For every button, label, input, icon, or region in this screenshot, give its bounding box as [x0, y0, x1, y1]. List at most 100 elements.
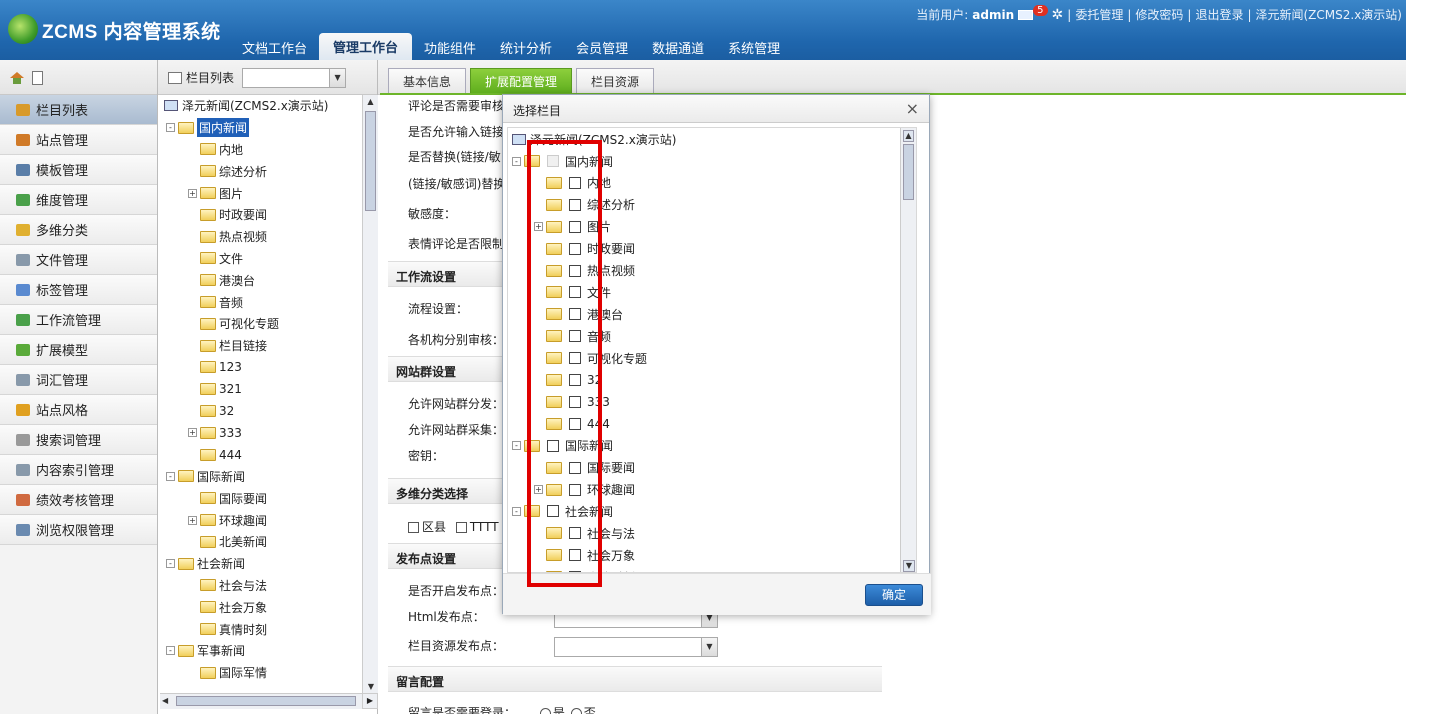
tree-node[interactable]: 真情时刻 — [160, 618, 377, 640]
tree-root[interactable]: 泽元新闻(ZCMS2.x演示站) — [160, 95, 377, 117]
expand-icon[interactable]: + — [188, 428, 197, 438]
sidebar-item-8[interactable]: 扩展模型 — [0, 335, 157, 365]
radio-no[interactable] — [570, 708, 582, 714]
sidebar-item-10[interactable]: 站点风格 — [0, 395, 157, 425]
sidebar-item-1[interactable]: 站点管理 — [0, 125, 157, 155]
sidebar-item-3[interactable]: 维度管理 — [0, 185, 157, 215]
collapse-icon[interactable]: - — [512, 156, 521, 166]
link-delegate[interactable]: 委托管理 — [1075, 6, 1123, 23]
tree-node[interactable]: - 国内新闻 — [160, 116, 377, 139]
collapse-icon[interactable]: - — [166, 123, 175, 133]
scroll-up-icon[interactable]: ▲ — [903, 130, 914, 142]
sidebar-item-11[interactable]: 搜索词管理 — [0, 425, 157, 455]
sidebar-item-14[interactable]: 浏览权限管理 — [0, 515, 157, 545]
tree-node[interactable]: 栏目链接 — [160, 335, 377, 357]
sidebar-item-9[interactable]: 词汇管理 — [0, 365, 157, 395]
gear-icon[interactable]: ✲ — [1052, 7, 1064, 23]
collapse-icon[interactable]: - — [166, 471, 175, 481]
scroll-left-icon[interactable]: ◀ — [162, 696, 168, 705]
tree-node[interactable]: 热点视频 — [160, 226, 377, 248]
tag-icon — [16, 283, 30, 296]
nav-item-3[interactable]: 统计分析 — [488, 33, 564, 60]
tab-2[interactable]: 栏目资源 — [576, 68, 655, 93]
tab-1[interactable]: 扩展配置管理 — [470, 68, 573, 93]
folder-icon — [200, 666, 216, 679]
tree-node[interactable]: - 国际新闻 — [160, 466, 377, 488]
site-name-link[interactable]: 泽元新闻(ZCMS2.x演示站) — [1256, 6, 1403, 23]
collapse-icon[interactable]: - — [166, 646, 175, 656]
chevron-down-icon[interactable]: ▼ — [701, 638, 717, 656]
confirm-button[interactable]: 确定 — [865, 584, 923, 606]
tree-horizontal-scrollbar[interactable]: ◀ — [160, 693, 362, 709]
tree-node[interactable]: 国际军情 — [160, 662, 377, 684]
radio-yes[interactable] — [539, 708, 551, 714]
nav-item-1[interactable]: 管理工作台 — [319, 33, 413, 60]
sidebar-item-6[interactable]: 标签管理 — [0, 275, 157, 305]
tree-vertical-scrollbar[interactable]: ▲ ▼ — [362, 95, 378, 693]
tree-node[interactable]: 北美新闻 — [160, 531, 377, 553]
nav-item-4[interactable]: 会员管理 — [564, 33, 640, 60]
tree-node[interactable]: 32 — [160, 400, 377, 422]
tab-0[interactable]: 基本信息 — [388, 68, 467, 93]
scroll-down-icon[interactable]: ▼ — [903, 560, 915, 572]
tree-node[interactable]: 港澳台 — [160, 269, 377, 291]
checkbox-district[interactable] — [408, 522, 419, 533]
tree-node[interactable]: 123 — [160, 357, 377, 379]
tree-node[interactable]: 444 — [160, 444, 377, 466]
expand-icon[interactable]: + — [188, 515, 197, 525]
link-change-password[interactable]: 修改密码 — [1135, 6, 1183, 23]
tree-node[interactable]: 音频 — [160, 291, 377, 313]
tree-node[interactable]: - 社会新闻 — [160, 553, 377, 575]
resource-publish-select[interactable]: ▼ — [554, 637, 718, 657]
document-icon[interactable] — [32, 70, 43, 85]
tree-node[interactable]: 321 — [160, 378, 377, 400]
tree-node[interactable]: 文件 — [160, 248, 377, 270]
hscroll-thumb[interactable] — [176, 696, 356, 706]
sidebar-item-2[interactable]: 模板管理 — [0, 155, 157, 185]
tree-node[interactable]: 社会与法 — [160, 575, 377, 597]
home-icon[interactable] — [10, 71, 24, 84]
sidebar-item-0[interactable]: 栏目列表 — [0, 95, 157, 125]
tree-node[interactable]: + 环球趣闻 — [160, 509, 377, 531]
tree-node[interactable]: - 军事新闻 — [160, 640, 377, 662]
scroll-right-icon[interactable]: ▶ — [362, 693, 378, 709]
scroll-thumb[interactable] — [365, 111, 376, 211]
collapse-icon[interactable]: - — [512, 441, 521, 451]
chevron-down-icon[interactable]: ▼ — [329, 68, 346, 87]
tree-node[interactable]: 国际要闻 — [160, 487, 377, 509]
folder-icon — [200, 143, 216, 156]
checkbox-tttt[interactable] — [455, 522, 467, 533]
sidebar-item-13[interactable]: 绩效考核管理 — [0, 485, 157, 515]
scroll-down-icon[interactable]: ▼ — [365, 682, 377, 691]
tree-node[interactable]: +333 — [160, 422, 377, 444]
sidebar-item-4[interactable]: 多维分类 — [0, 215, 157, 245]
nav-item-2[interactable]: 功能组件 — [412, 33, 488, 60]
nav-item-5[interactable]: 数据通道 — [640, 33, 716, 60]
catalog-select[interactable]: ▼ — [242, 67, 347, 88]
folder-icon — [200, 492, 216, 505]
sidebar-item-5[interactable]: 文件管理 — [0, 245, 157, 275]
collapse-icon[interactable]: - — [166, 559, 175, 569]
form-label-enable-publish: 是否开启发布点： — [408, 584, 505, 598]
scroll-up-icon[interactable]: ▲ — [365, 97, 376, 109]
collapse-icon[interactable]: - — [512, 506, 521, 516]
nav-item-6[interactable]: 系统管理 — [716, 33, 792, 60]
mail-icon[interactable] — [1018, 9, 1034, 20]
dialog-scroll-thumb[interactable] — [903, 144, 914, 200]
link-logout[interactable]: 退出登录 — [1195, 6, 1243, 23]
tree-node-label: 军事新闻 — [197, 644, 246, 659]
close-icon[interactable]: × — [906, 99, 919, 118]
tree-node[interactable]: 时政要闻 — [160, 204, 377, 226]
tree-node[interactable]: 综述分析 — [160, 160, 377, 182]
form-label-replace: 是否替换(链接/敏 — [408, 150, 501, 164]
tree-node[interactable]: 内地 — [160, 139, 377, 161]
sidebar-item-label: 工作流管理 — [36, 314, 102, 329]
tree-node[interactable]: 可视化专题 — [160, 313, 377, 335]
nav-item-0[interactable]: 文档工作台 — [230, 33, 319, 60]
sidebar-item-7[interactable]: 工作流管理 — [0, 305, 157, 335]
expand-icon[interactable]: + — [188, 188, 197, 198]
sidebar-item-12[interactable]: 内容索引管理 — [0, 455, 157, 485]
dialog-vertical-scrollbar[interactable]: ▲ ▼ — [900, 128, 916, 572]
tree-node[interactable]: 社会万象 — [160, 596, 377, 618]
tree-node[interactable]: + 图片 — [160, 182, 377, 204]
